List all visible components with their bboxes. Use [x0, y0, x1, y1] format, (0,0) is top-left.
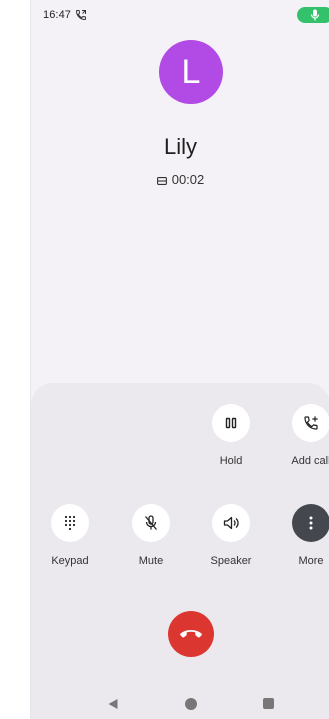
avatar: L: [159, 40, 223, 104]
phone-in-call-icon: [75, 10, 86, 21]
call-controls-panel: Hold Add call Keypad Mute Speaker More: [31, 383, 329, 719]
dialpad-icon: [64, 515, 76, 531]
mic-icon: [310, 9, 320, 21]
hold-control: Hold: [196, 404, 266, 467]
keypad-label: Keypad: [51, 555, 89, 567]
sim-icon: [156, 177, 167, 185]
end-call-button[interactable]: [168, 611, 214, 657]
mute-button[interactable]: [132, 504, 170, 542]
add-call-control: Add call: [276, 404, 329, 467]
mute-label: Mute: [138, 555, 164, 567]
mic-in-use-indicator: [297, 7, 329, 23]
speaker-control: Speaker: [196, 504, 266, 567]
navigation-bar: [31, 690, 329, 719]
recents-icon[interactable]: [263, 698, 274, 709]
mic-off-icon: [145, 515, 157, 530]
back-icon[interactable]: [107, 698, 119, 710]
in-call-screen: 16:47 L Lily 00:02 Hold Add call Keypad …: [30, 0, 329, 719]
mute-control: Mute: [116, 504, 186, 567]
speaker-button[interactable]: [212, 504, 250, 542]
keypad-button[interactable]: [51, 504, 89, 542]
more-button[interactable]: [292, 504, 329, 542]
hold-button[interactable]: [212, 404, 250, 442]
more-vert-icon: [309, 516, 313, 530]
add-call-icon: [304, 416, 318, 430]
speaker-icon: [223, 516, 239, 530]
status-time: 16:47: [43, 9, 72, 21]
home-icon[interactable]: [185, 698, 197, 710]
add-call-button[interactable]: [292, 404, 329, 442]
more-label: More: [298, 555, 324, 567]
speaker-label: Speaker: [210, 555, 252, 567]
add-call-label: Add call: [291, 455, 329, 467]
keypad-control: Keypad: [35, 504, 105, 567]
status-bar: 16:47: [31, 0, 329, 28]
call-end-icon: [180, 630, 202, 638]
pause-icon: [225, 417, 237, 429]
caller-name: Lily: [163, 134, 197, 159]
more-control: More: [276, 504, 329, 567]
hold-label: Hold: [219, 455, 243, 467]
call-duration: 00:02: [171, 172, 205, 187]
call-timer: 00:02: [31, 172, 329, 187]
